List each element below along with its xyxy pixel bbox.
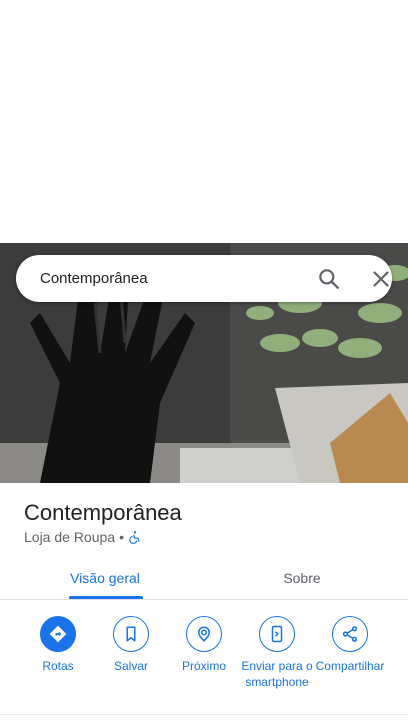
place-subtitle: Loja de Roupa • bbox=[24, 529, 142, 545]
nearby-button[interactable]: Próximo bbox=[166, 616, 242, 674]
search-bar[interactable]: Contemporânea bbox=[16, 255, 392, 302]
tab-overview[interactable]: Visão geral bbox=[50, 556, 160, 600]
send-to-phone-button[interactable]: Enviar para o smartphone bbox=[239, 616, 315, 690]
wheelchair-accessible-icon bbox=[128, 530, 142, 544]
place-title: Contemporânea bbox=[24, 500, 182, 525]
save-button[interactable]: Salvar bbox=[93, 616, 169, 674]
map-blank-area bbox=[0, 0, 408, 243]
save-label: Salvar bbox=[113, 659, 148, 673]
active-tab-indicator bbox=[69, 596, 143, 599]
nearby-label: Próximo bbox=[181, 659, 226, 673]
tab-bar: Visão geral Sobre bbox=[0, 556, 408, 600]
nearby-icon bbox=[186, 616, 222, 652]
close-icon[interactable] bbox=[368, 266, 394, 292]
search-icon[interactable] bbox=[316, 266, 342, 292]
bookmark-icon bbox=[113, 616, 149, 652]
separator-dot: • bbox=[119, 529, 124, 545]
action-buttons-row: Rotas Salvar Próximo Enviar para o smart… bbox=[0, 600, 408, 714]
send-to-phone-label: Enviar para o smartphone bbox=[241, 659, 313, 689]
share-icon bbox=[332, 616, 368, 652]
share-label: Compartilhar bbox=[315, 659, 385, 673]
directions-button[interactable]: Rotas bbox=[20, 616, 96, 674]
directions-icon bbox=[40, 616, 76, 652]
tab-about[interactable]: Sobre bbox=[252, 556, 352, 600]
directions-label: Rotas bbox=[42, 659, 74, 673]
send-to-phone-icon bbox=[259, 616, 295, 652]
share-button[interactable]: Compartilhar bbox=[312, 616, 388, 674]
search-input[interactable]: Contemporânea bbox=[40, 270, 148, 287]
divider bbox=[0, 714, 408, 715]
place-category: Loja de Roupa bbox=[24, 529, 116, 545]
